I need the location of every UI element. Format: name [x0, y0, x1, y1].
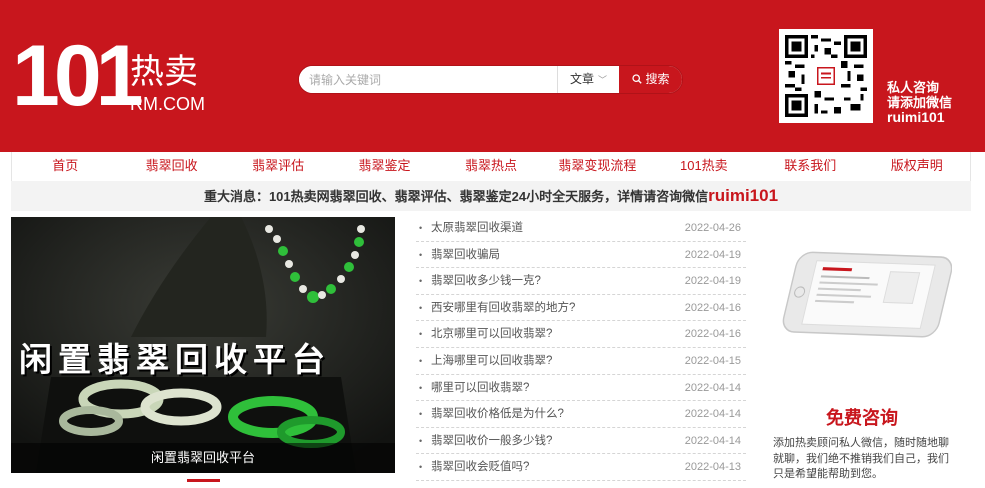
news-title[interactable]: 太原翡翠回收渠道 [431, 215, 523, 241]
banner-overlay-text: 闲置翡翠回收平台 [19, 340, 331, 379]
news-title[interactable]: 哪里可以回收翡翠? [431, 375, 529, 401]
free-consult-title: 免费咨询 [826, 408, 898, 428]
news-item[interactable]: • 北京哪里可以回收翡翠? 2022-04-16 [416, 321, 746, 348]
search-input[interactable] [299, 66, 557, 93]
bullet-icon: • [419, 223, 423, 233]
site-header: 101 热卖 RM.COM 文章﹀ 搜索 [0, 0, 985, 152]
news-title[interactable]: 翡翠回收会贬值吗? [431, 454, 529, 480]
news-item[interactable]: • 翡翠回收骗局 2022-04-19 [416, 242, 746, 269]
nav-item-evaluate[interactable]: 翡翠评估 [225, 152, 331, 181]
logo-number: 101 [12, 28, 143, 124]
logo-domain: RM.COM [130, 94, 205, 114]
news-date: 2022-04-14 [684, 408, 741, 421]
news-item[interactable]: • 上海哪里可以回收翡翠? 2022-04-15 [416, 348, 746, 375]
news-title[interactable]: 翡翠回收价一般多少钱? [431, 428, 552, 454]
wechat-line-1: 私人咨询 [887, 80, 940, 95]
nav-item-copyright[interactable]: 版权声明 [864, 152, 970, 181]
search-button-label: 搜索 [645, 72, 670, 86]
news-item[interactable]: • 翡翠回收价格低是为什么? 2022-04-14 [416, 401, 746, 428]
news-date: 2022-04-19 [684, 248, 741, 261]
bullet-icon: • [419, 276, 423, 287]
news-date: 2022-04-26 [684, 222, 741, 234]
bullet-icon: • [419, 409, 423, 420]
news-item[interactable]: • 西安哪里有回收翡翠的地方? 2022-04-16 [416, 295, 746, 322]
news-title[interactable]: 上海哪里可以回收翡翠? [431, 348, 552, 374]
banner-caption[interactable]: 闲置翡翠回收平台 [11, 443, 395, 473]
search-icon [632, 74, 643, 84]
nav-item-identify[interactable]: 翡翠鉴定 [331, 152, 437, 181]
announcement-wechat-id: ruimi101 [708, 186, 779, 205]
search-bar: 文章﹀ 搜索 [298, 65, 683, 94]
qr-code-icon [785, 35, 867, 117]
news-title[interactable]: 翡翠回收价格低是为什么? [431, 401, 564, 427]
nav-item-home[interactable]: 首页 [12, 152, 118, 181]
news-list: • 太原翡翠回收渠道 2022-04-26 • 翡翠回收骗局 2022-04-19 • 翡… [416, 215, 746, 481]
news-date: 2022-04-13 [684, 461, 741, 474]
phone-image [782, 251, 952, 338]
banner-slide[interactable]: 闲置翡翠回收平台 闲置翡翠回收平台 [11, 217, 395, 473]
main-nav: 首页 翡翠回收 翡翠评估 翡翠鉴定 翡翠热点 翡翠变现流程 101热卖 联系我们… [11, 152, 971, 181]
wechat-line-2: 请添加微信 [887, 95, 953, 110]
search-category-label: 文章 [570, 72, 595, 86]
nav-item-contact[interactable]: 联系我们 [757, 152, 863, 181]
news-title[interactable]: 翡翠回收多少钱一克? [431, 268, 541, 294]
bullet-icon: • [419, 355, 423, 366]
nav-item-hot[interactable]: 翡翠热点 [438, 152, 544, 181]
nav-item-process[interactable]: 翡翠变现流程 [544, 152, 650, 181]
free-consult-description: 添加热卖顾问私人微信，随时随地聊就聊，我们绝不推销我们自己，我们只是希望能帮助到… [773, 437, 949, 480]
nav-item-101[interactable]: 101热卖 [651, 152, 757, 181]
news-date: 2022-04-14 [684, 381, 741, 394]
qr-code-image [779, 29, 873, 123]
logo-chinese: 热卖 [130, 52, 198, 92]
announcement-text: 重大消息：101热卖网翡翠回收、翡翠评估、翡翠鉴定24小时全天服务，详情请咨询微… [203, 189, 709, 204]
bullet-icon: • [419, 329, 423, 340]
nav-item-recycle[interactable]: 翡翠回收 [118, 152, 224, 181]
announcement-bar: 重大消息：101热卖网翡翠回收、翡翠评估、翡翠鉴定24小时全天服务，详情请咨询微… [11, 181, 971, 211]
news-title[interactable]: 北京哪里可以回收翡翠? [431, 321, 552, 347]
wechat-contact: 私人咨询 请添加微信 ruimi101 [887, 80, 952, 125]
slider-indicator[interactable] [187, 479, 220, 482]
bullet-icon: • [419, 302, 423, 313]
news-item[interactable]: • 哪里可以回收翡翠? 2022-04-14 [416, 375, 746, 402]
news-item[interactable]: • 翡翠回收会贬值吗? 2022-04-13 [416, 454, 746, 481]
news-item[interactable]: • 翡翠回收价一般多少钱? 2022-04-14 [416, 428, 746, 455]
news-title[interactable]: 西安哪里有回收翡翠的地方? [431, 295, 575, 321]
bullet-icon: • [419, 462, 423, 473]
bullet-icon: • [419, 435, 423, 446]
news-title[interactable]: 翡翠回收骗局 [431, 242, 500, 268]
news-date: 2022-04-16 [684, 301, 741, 314]
bullet-icon: • [419, 382, 423, 393]
news-date: 2022-04-16 [684, 328, 741, 341]
news-date: 2022-04-14 [684, 434, 741, 447]
news-date: 2022-04-15 [684, 354, 741, 367]
wechat-id: ruimi101 [887, 109, 945, 125]
news-date: 2022-04-19 [684, 275, 741, 288]
news-item[interactable]: • 太原翡翠回收渠道 2022-04-26 [416, 215, 746, 242]
search-button[interactable]: 搜索 [619, 66, 682, 93]
news-item[interactable]: • 翡翠回收多少钱一克? 2022-04-19 [416, 268, 746, 295]
search-category-select[interactable]: 文章 ﹀ [557, 66, 619, 93]
chevron-down-icon: ﹀ [598, 75, 608, 85]
bullet-icon: • [419, 249, 423, 260]
